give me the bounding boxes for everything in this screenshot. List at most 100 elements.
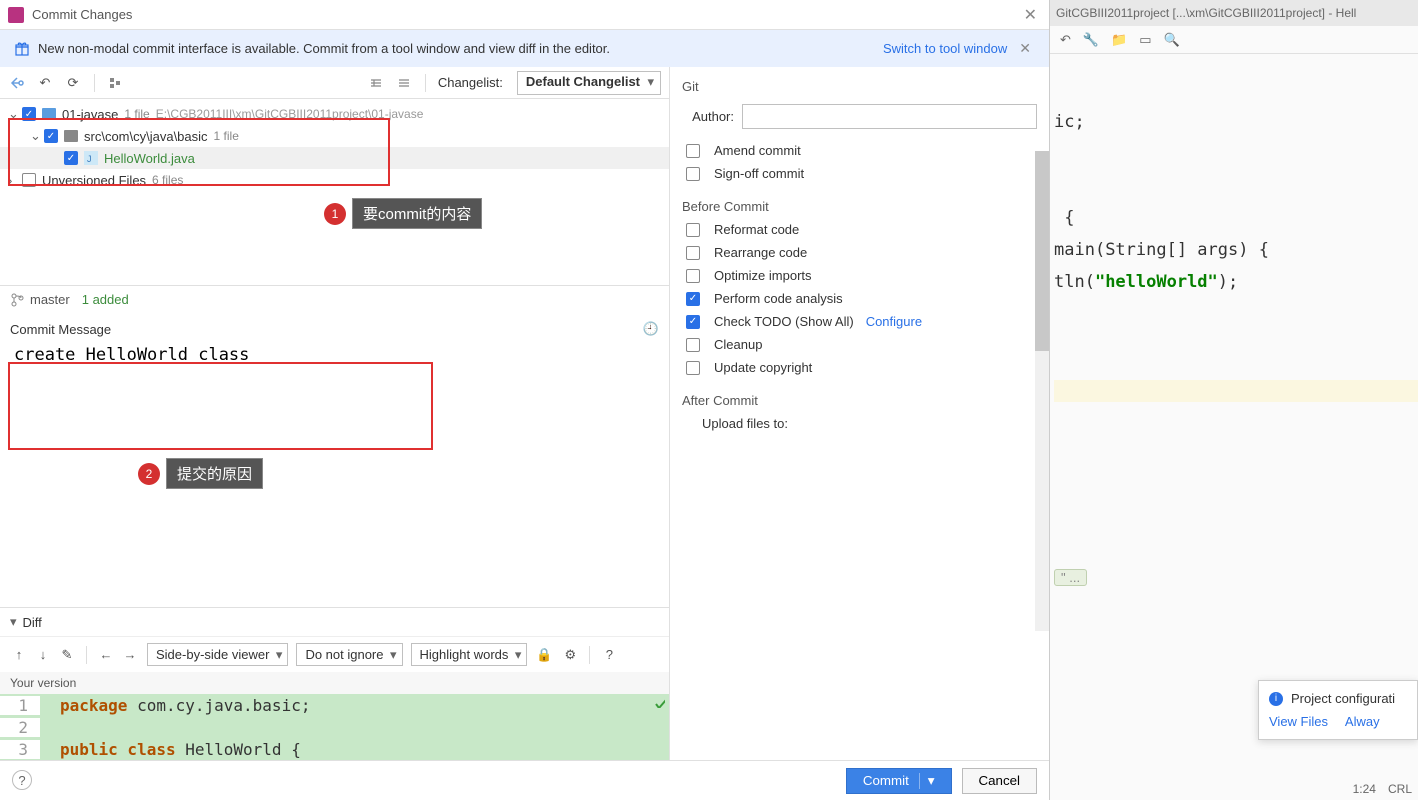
todo-checkbox[interactable]	[686, 315, 700, 329]
prev-diff-icon[interactable]: ↑	[10, 646, 28, 664]
root-checkbox[interactable]	[22, 107, 36, 121]
commit-dialog: Commit Changes ✕ New non-modal commit in…	[0, 0, 1050, 800]
tree-root[interactable]: ⌄ 01-javase 1 file E:\CGB2011III\xm\GitC…	[0, 103, 669, 125]
diff-toolbar: ↑ ↓ ✎ ← → Side-by-side viewer Do not ign…	[0, 636, 669, 672]
commit-button[interactable]: Commit▾	[846, 768, 952, 794]
notice-close-icon[interactable]: ✕	[1015, 40, 1035, 57]
cursor-position: 1:24	[1353, 782, 1376, 796]
ignore-select[interactable]: Do not ignore	[296, 643, 402, 666]
highlight-select[interactable]: Highlight words	[411, 643, 528, 666]
notice-text: New non-modal commit interface is availa…	[38, 41, 883, 56]
commit-msg-area	[10, 341, 659, 599]
changes-toolbar: ↶ ⟳ Changelist: Default Changelist	[0, 67, 669, 99]
branch-row: master 1 added	[0, 285, 669, 313]
signoff-label: Sign-off commit	[714, 166, 804, 181]
view-files-link[interactable]: View Files	[1269, 714, 1328, 729]
upload-label: Upload files to:	[702, 416, 788, 431]
ok-mark-icon	[655, 698, 665, 708]
expand-icon[interactable]	[367, 74, 385, 92]
configure-link[interactable]: Configure	[866, 314, 922, 329]
always-link[interactable]: Alway	[1345, 714, 1380, 729]
diff-header[interactable]: ▾ Diff	[0, 607, 669, 636]
branch-icon	[10, 293, 24, 307]
titlebar: Commit Changes ✕	[0, 0, 1049, 30]
info-icon: i	[1269, 692, 1283, 706]
tree-file[interactable]: J HelloWorld.java	[0, 147, 669, 169]
git-section-title: Git	[682, 79, 1037, 94]
revert-icon[interactable]: ↶	[36, 74, 54, 92]
svg-text:J: J	[87, 154, 92, 164]
scrollbar-thumb[interactable]	[1035, 151, 1049, 351]
gift-icon	[14, 41, 30, 57]
refresh-icon[interactable]: ⟳	[64, 74, 82, 92]
changelist-label: Changelist:	[438, 75, 503, 90]
next-file-icon[interactable]: →	[121, 646, 139, 664]
tree-folder[interactable]: ⌄ src\com\cy\java\basic 1 file	[0, 125, 669, 147]
cleanup-checkbox[interactable]	[686, 338, 700, 352]
wrench-icon[interactable]: 🔧	[1083, 32, 1099, 48]
diff-code: 1package com.cy.java.basic; 2 3public cl…	[0, 694, 669, 760]
switch-tool-window-link[interactable]: Switch to tool window	[883, 41, 1007, 56]
gear-icon[interactable]: ⚙	[561, 646, 579, 664]
tree-unversioned[interactable]: › Unversioned Files 6 files	[0, 169, 669, 191]
changes-tree: ⌄ 01-javase 1 file E:\CGB2011III\xm\GitC…	[0, 99, 669, 195]
amend-label: Amend commit	[714, 143, 801, 158]
code-line: 1package com.cy.java.basic;	[0, 694, 669, 716]
reformat-checkbox[interactable]	[686, 223, 700, 237]
optimize-checkbox[interactable]	[686, 269, 700, 283]
background-title: GitCGBIII2011project [...\xm\GitCGBIII20…	[1050, 0, 1418, 26]
commit-message-input[interactable]	[10, 341, 659, 541]
search-icon[interactable]: 🔍	[1164, 32, 1180, 48]
chevron-down-icon[interactable]: ▾	[10, 614, 17, 630]
buttons-bar: ? Commit▾ Cancel	[0, 760, 1049, 800]
added-count: 1 added	[82, 292, 129, 307]
folder-nav-icon[interactable]: 📁	[1111, 32, 1127, 48]
amend-checkbox[interactable]	[686, 144, 700, 158]
background-toolbar: ↶ 🔧 📁 ▭ 🔍	[1050, 26, 1418, 54]
close-icon[interactable]: ✕	[1020, 5, 1041, 25]
next-diff-icon[interactable]: ↓	[34, 646, 52, 664]
branch-name: master	[30, 292, 70, 307]
help-diff-icon[interactable]: ?	[600, 646, 618, 664]
analysis-checkbox[interactable]	[686, 292, 700, 306]
unversioned-checkbox[interactable]	[22, 173, 36, 187]
after-commit-title: After Commit	[682, 393, 1037, 408]
app-icon	[8, 7, 24, 23]
prev-file-icon[interactable]: ←	[97, 646, 115, 664]
show-diff-icon[interactable]	[8, 74, 26, 92]
commit-dropdown-icon[interactable]: ▾	[919, 773, 935, 789]
code-line: 3public class HelloWorld {	[0, 738, 669, 760]
chevron-down-icon[interactable]: ⌄	[30, 128, 44, 144]
signoff-checkbox[interactable]	[686, 167, 700, 181]
undo-icon[interactable]: ↶	[1060, 32, 1071, 48]
status-bar: 1:24 CRL	[1353, 782, 1412, 796]
folder-icon	[64, 130, 78, 142]
folder-checkbox[interactable]	[44, 129, 58, 143]
folded-region[interactable]: " ...	[1054, 570, 1087, 585]
copyright-checkbox[interactable]	[686, 361, 700, 375]
rearrange-checkbox[interactable]	[686, 246, 700, 260]
diff-label: Diff	[23, 615, 42, 630]
chevron-down-icon[interactable]: ⌄	[8, 106, 22, 122]
group-icon[interactable]	[107, 74, 125, 92]
presentation-icon[interactable]: ▭	[1139, 32, 1151, 48]
file-checkbox[interactable]	[64, 151, 78, 165]
annotation-number: 2	[138, 463, 160, 485]
author-input[interactable]	[742, 104, 1037, 129]
highlight-line	[1054, 380, 1418, 402]
collapse-icon[interactable]	[395, 74, 413, 92]
scrollbar[interactable]	[1035, 151, 1049, 631]
chevron-right-icon[interactable]: ›	[8, 173, 22, 188]
cancel-button[interactable]: Cancel	[962, 768, 1038, 794]
background-code: ic; { main(String[] args) { tln("helloWo…	[1050, 54, 1418, 330]
help-button[interactable]: ?	[12, 770, 32, 790]
code-line: 2	[0, 716, 669, 738]
java-file-icon: J	[84, 151, 98, 165]
right-panel: Git Author: Amend commit Sign-off commit…	[670, 67, 1049, 760]
annotation-number: 1	[324, 203, 346, 225]
viewer-select[interactable]: Side-by-side viewer	[147, 643, 288, 666]
edit-source-icon[interactable]: ✎	[58, 646, 76, 664]
history-icon[interactable]: 🕘	[643, 321, 659, 337]
changelist-select[interactable]: Default Changelist	[517, 71, 661, 95]
lock-icon[interactable]: 🔒	[535, 646, 553, 664]
